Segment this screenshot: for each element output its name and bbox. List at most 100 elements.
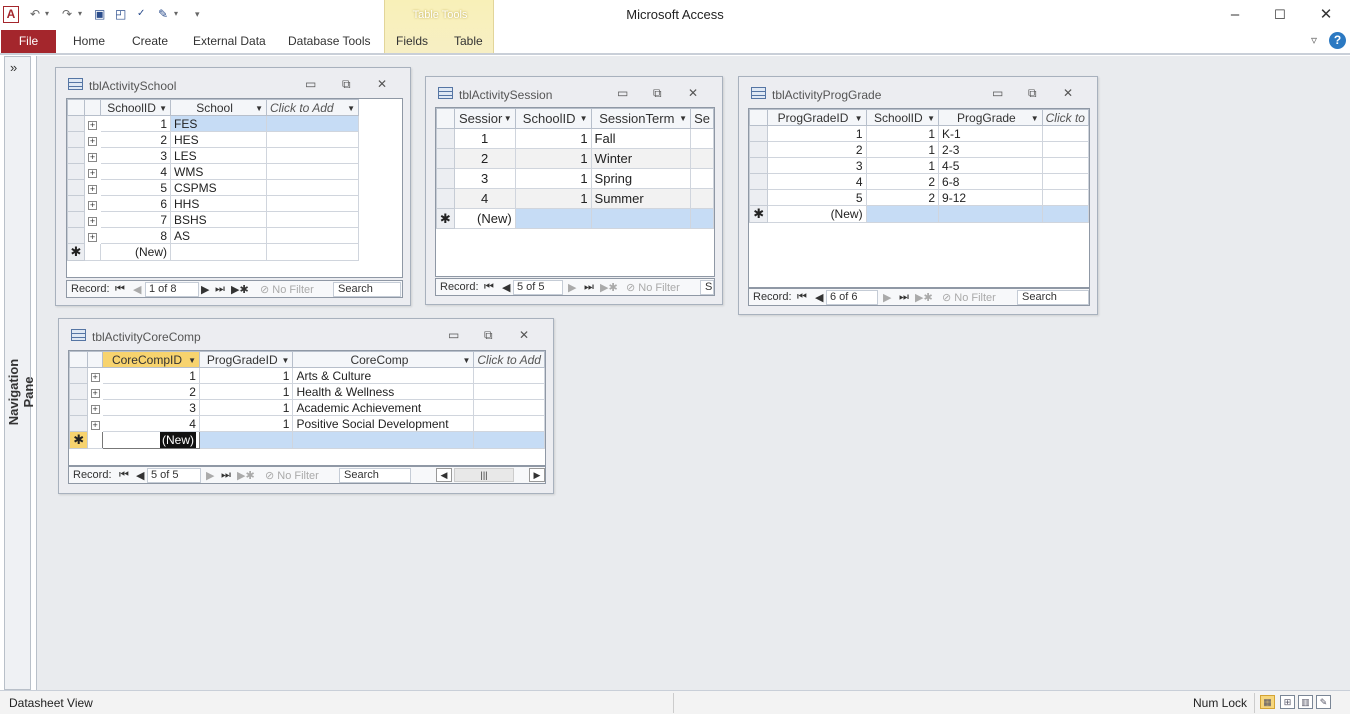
table-row[interactable]: + 6 HHS <box>67 195 359 212</box>
window-minimize-button[interactable]: ▭ <box>617 86 628 100</box>
window-close-button[interactable]: ✕ <box>688 86 698 100</box>
nav-pane-toggle-icon[interactable]: » <box>10 60 17 75</box>
cell-sessionid[interactable]: 1 <box>453 128 516 149</box>
datasheet-grid[interactable]: SchoolID ▼ School ▼ Click to Add ▼ + 1 FES … <box>66 98 403 278</box>
sort-arrow-icon[interactable]: ▼ <box>282 356 290 365</box>
sort-arrow-icon[interactable]: ▼ <box>927 114 935 123</box>
table-row[interactable]: + 5 CSPMS <box>67 179 359 196</box>
prev-record-icon[interactable]: ◀ <box>133 283 141 296</box>
cell-proggradeid[interactable]: 1 <box>198 367 294 384</box>
column-header-proggradeid[interactable]: ProgGradeID ▼ <box>767 109 867 126</box>
pivotchart-view-icon[interactable]: ▥ <box>1298 695 1313 709</box>
cell-sessionid[interactable]: 4 <box>453 188 516 209</box>
cell-proggradeid[interactable]: 1 <box>767 125 867 142</box>
cell-schoolid[interactable]: 8 <box>100 227 171 244</box>
window-minimize-button[interactable]: ▭ <box>992 86 1003 100</box>
cell-school[interactable]: AS <box>170 227 267 244</box>
column-header-proggrade[interactable]: ProgGrade ▼ <box>938 109 1043 126</box>
cell-proggrade[interactable]: 6-8 <box>938 173 1043 190</box>
table-row[interactable]: 2 1 Winter <box>436 148 714 169</box>
maximize-button[interactable]: ☐ <box>1265 4 1295 26</box>
first-record-icon[interactable]: ⏮ <box>119 469 129 482</box>
row-selector[interactable] <box>67 227 85 244</box>
ribbon-expand-icon[interactable]: ▿ <box>1311 33 1317 47</box>
sort-arrow-icon[interactable]: ▼ <box>462 356 470 365</box>
nav-pane-label[interactable]: Navigation Pane <box>6 342 36 442</box>
print-preview-icon[interactable]: ◰ <box>115 5 126 23</box>
undo-dropdown-icon[interactable]: ▾ <box>45 5 49 23</box>
expand-icon[interactable]: + <box>88 200 97 210</box>
cell-schoolid[interactable]: 1 <box>865 157 940 174</box>
cell-corecomp[interactable]: Academic Achievement <box>292 399 475 416</box>
column-header-click-to-add[interactable]: Click to Add ▼ <box>266 99 359 116</box>
expand-icon[interactable]: + <box>90 404 100 414</box>
cell-proggrade[interactable]: 2-3 <box>938 141 1043 158</box>
window-restore-button[interactable]: ⧉ <box>1028 86 1037 101</box>
new-record-edit-field[interactable]: (New) <box>159 432 196 448</box>
table-row[interactable]: 3 1 4-5 <box>749 157 1089 174</box>
window-tblactivityproggrade[interactable]: tblActivityProgGrade ▭ ⧉ ✕ ProgGradeID ▼ … <box>738 76 1098 315</box>
tab-external-data[interactable]: External Data <box>193 34 266 48</box>
cell-school[interactable]: WMS <box>170 163 267 180</box>
cell-corecompid[interactable]: 3 <box>101 399 200 416</box>
cell-empty[interactable] <box>514 208 592 229</box>
cell-proggradeid[interactable]: 4 <box>767 173 867 190</box>
cell-sessionterm[interactable]: Winter <box>590 148 692 169</box>
cell-empty[interactable] <box>266 179 359 196</box>
cell-school[interactable]: BSHS <box>170 211 267 228</box>
cell-schoolid[interactable]: 6 <box>100 195 171 212</box>
table-row[interactable]: + 1 FES <box>67 115 359 132</box>
expand-icon[interactable]: + <box>88 216 97 226</box>
expand-icon[interactable]: + <box>90 420 100 430</box>
cell-empty[interactable] <box>198 431 294 449</box>
window-tblactivitycorecomp[interactable]: tblActivityCoreComp ▭ ⧉ ✕ CoreCompID ▼ Pr… <box>58 318 554 494</box>
table-row[interactable]: + 7 BSHS <box>67 211 359 228</box>
row-selector[interactable] <box>67 179 85 196</box>
design-view-icon[interactable]: ✎ <box>1316 695 1331 709</box>
no-filter-button[interactable]: ⊘ No Filter <box>942 291 996 304</box>
cell-proggradeid[interactable]: 1 <box>198 399 294 416</box>
cell-empty[interactable] <box>690 188 714 209</box>
row-selector[interactable] <box>749 125 769 142</box>
cell-corecompid[interactable]: 1 <box>101 367 200 384</box>
current-record-field[interactable]: 6 of 6 <box>826 290 878 305</box>
pivottable-view-icon[interactable]: ⊞ <box>1280 695 1295 709</box>
last-record-icon[interactable]: ⏭ <box>221 469 231 482</box>
table-row[interactable]: 4 1 Summer <box>436 188 714 209</box>
cell-schoolid[interactable]: 1 <box>865 125 940 142</box>
sort-arrow-icon[interactable]: ▼ <box>1031 114 1039 123</box>
datasheet-grid[interactable]: ProgGradeID ▼ SchoolID ▼ ProgGrade ▼ Click … <box>748 108 1090 288</box>
new-record-nav-icon[interactable]: ▶✱ <box>231 283 249 296</box>
datasheet-view-icon[interactable]: ▦ <box>1260 695 1275 709</box>
sort-arrow-icon[interactable]: ▼ <box>159 104 167 113</box>
sort-arrow-icon[interactable]: ▼ <box>188 356 196 365</box>
table-row[interactable]: 2 1 2-3 <box>749 141 1089 158</box>
column-header-click-to-add[interactable]: Click to <box>1041 109 1089 126</box>
no-filter-button[interactable]: ⊘ No Filter <box>626 281 680 294</box>
expand-icon[interactable]: + <box>88 168 97 178</box>
cell-empty[interactable] <box>473 383 545 400</box>
cell-proggradeid[interactable]: 5 <box>767 189 867 206</box>
last-record-icon[interactable]: ⏭ <box>215 283 225 296</box>
cell-sessionterm[interactable]: Summer <box>590 188 692 209</box>
window-titlebar[interactable]: tblActivityProgGrade ▭ ⧉ ✕ <box>739 77 1097 107</box>
cell-schoolid[interactable]: 1 <box>100 115 171 132</box>
cell-empty[interactable] <box>690 208 714 229</box>
cell-empty[interactable] <box>590 208 692 229</box>
new-record-row[interactable]: ✱ (New) <box>749 205 1089 223</box>
cell-school[interactable]: HES <box>170 131 267 148</box>
cell-empty[interactable] <box>690 148 714 169</box>
cell-empty[interactable] <box>170 243 267 261</box>
new-record-row[interactable]: ✱ (New) <box>436 208 714 229</box>
undo-icon[interactable]: ↶ <box>30 5 40 23</box>
new-record-row[interactable]: ✱ (New) <box>67 243 359 261</box>
sort-arrow-icon[interactable]: ▼ <box>255 104 263 113</box>
row-selector[interactable] <box>67 115 85 132</box>
cell-sessionterm[interactable]: Spring <box>590 168 692 189</box>
cell-school[interactable]: CSPMS <box>170 179 267 196</box>
tab-table[interactable]: Table <box>454 34 483 48</box>
window-titlebar[interactable]: tblActivitySchool ▭ ⧉ ✕ <box>56 68 410 98</box>
cell-empty[interactable] <box>292 431 475 449</box>
cell-proggradeid[interactable]: 2 <box>767 141 867 158</box>
last-record-icon[interactable]: ⏭ <box>899 291 909 304</box>
